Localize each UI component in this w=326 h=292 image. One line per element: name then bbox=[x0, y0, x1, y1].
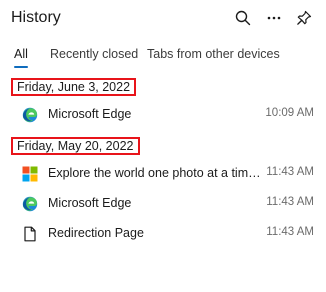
date-header: Friday, May 20, 2022 bbox=[11, 137, 140, 155]
list-item[interactable]: Microsoft Edge 10:09 AM bbox=[0, 101, 326, 129]
microsoft-logo-icon bbox=[22, 166, 38, 182]
date-header: Friday, June 3, 2022 bbox=[11, 78, 137, 96]
list-item[interactable]: Explore the world one photo at a time | … bbox=[0, 160, 326, 188]
tab-recently-closed[interactable]: Recently closed bbox=[50, 47, 138, 61]
page-title: History bbox=[11, 9, 61, 26]
list-item-time: 11:43 AM bbox=[266, 226, 314, 238]
list-item-time: 11:43 AM bbox=[266, 196, 314, 208]
history-tabs: All Recently closed Tabs from other devi… bbox=[0, 44, 326, 70]
history-header: History bbox=[0, 0, 326, 36]
list-item-title: Microsoft Edge bbox=[48, 196, 132, 210]
active-tab-indicator bbox=[14, 66, 28, 68]
search-icon[interactable] bbox=[233, 8, 253, 28]
list-item-time: 10:09 AM bbox=[265, 107, 314, 119]
tab-other-devices[interactable]: Tabs from other devices bbox=[147, 47, 280, 61]
edge-icon bbox=[22, 107, 38, 123]
list-item[interactable]: Redirection Page 11:43 AM bbox=[0, 220, 326, 248]
list-item[interactable]: Microsoft Edge 11:43 AM bbox=[0, 190, 326, 218]
list-item-time: 11:43 AM bbox=[266, 166, 314, 178]
list-item-title: Explore the world one photo at a time | … bbox=[48, 166, 264, 180]
list-item-title: Redirection Page bbox=[48, 226, 144, 240]
page-icon bbox=[22, 226, 38, 242]
more-icon[interactable] bbox=[264, 8, 284, 28]
edge-icon bbox=[22, 196, 38, 212]
tab-all[interactable]: All bbox=[14, 47, 28, 61]
list-item-title: Microsoft Edge bbox=[48, 107, 132, 121]
pin-icon[interactable] bbox=[294, 8, 314, 28]
